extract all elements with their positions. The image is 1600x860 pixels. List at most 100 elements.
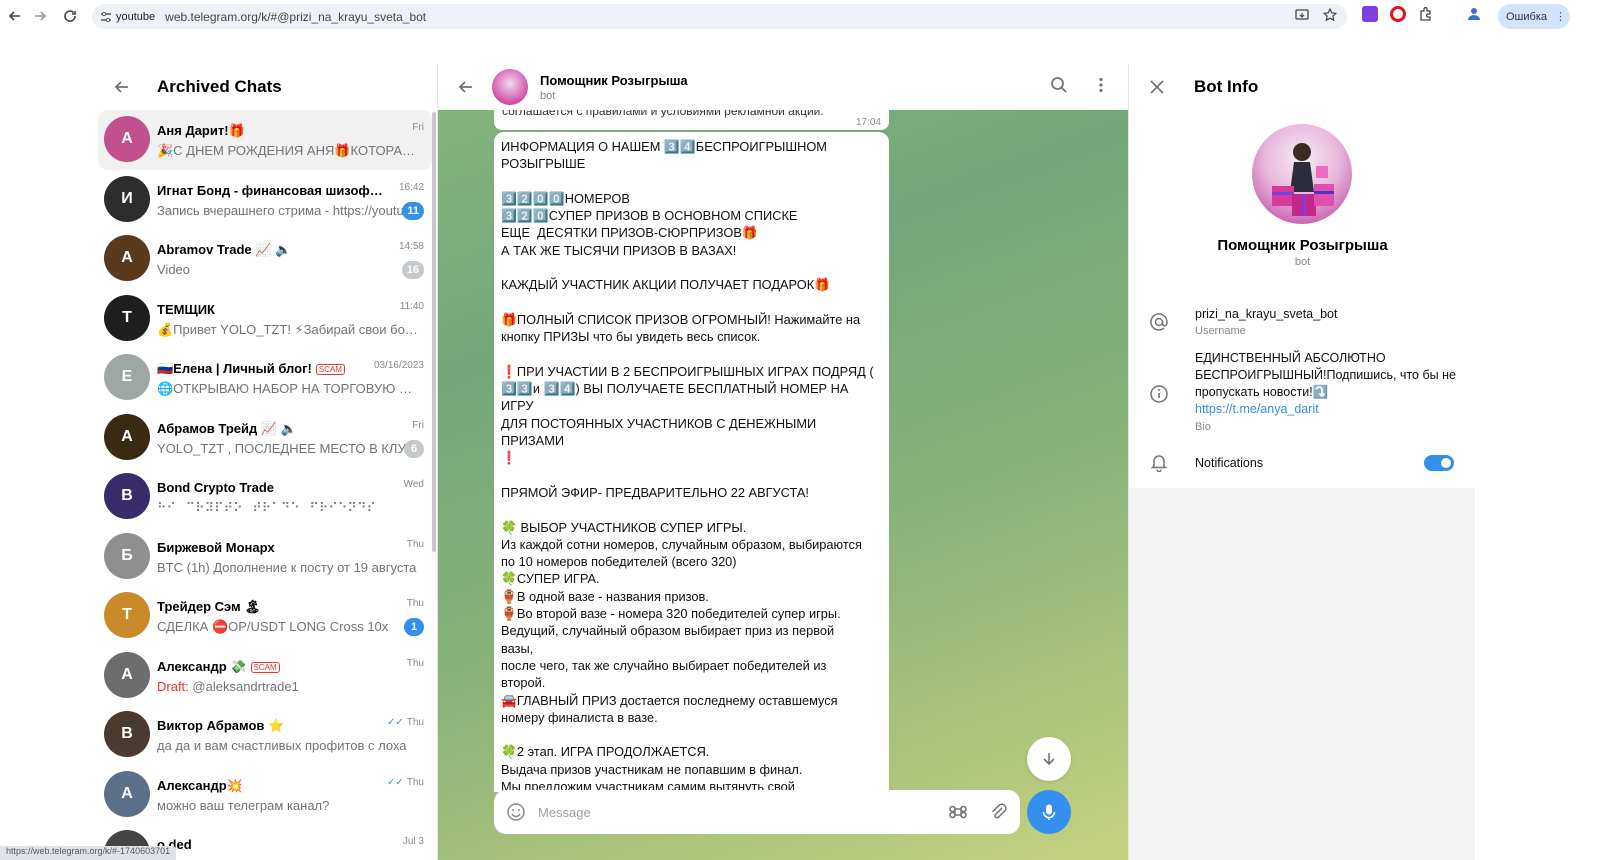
reload-icon[interactable] <box>55 1 85 31</box>
chat-list-item[interactable]: И Игнат Бонд - финансовая шизофрения Запис… <box>98 170 432 230</box>
chat-name-text: 🇷🇺Елена | Личный блог! <box>157 361 312 376</box>
notifications-toggle[interactable] <box>1424 455 1454 471</box>
chat-name: Абрамов Трейд 📈 🔈 <box>157 421 387 437</box>
at-sign-icon <box>1149 312 1169 332</box>
chat-list-item[interactable]: В Виктор Абрамов ⭐ да да и вам счастливых … <box>98 705 432 765</box>
unread-badge: 6 <box>404 439 424 458</box>
message-line: 🏺В одной вазе - названия призов. <box>501 588 709 604</box>
bot-info-panel: Bot Info Помощник Розыгрыша bot prizi_na… <box>1128 64 1476 860</box>
message-line: кнопку ПРИЗЫ что бы увидеть весь список. <box>501 329 761 345</box>
chat-name: Александр 💸 SCAM <box>157 659 387 675</box>
install-app-icon[interactable] <box>1295 8 1309 22</box>
chat-time-text: Wed <box>403 479 424 490</box>
chat-name-text: Биржевой Монарх <box>157 539 275 555</box>
chat-name-text: ТЕМЩИК <box>157 301 215 317</box>
close-bot-info-button[interactable] <box>1137 67 1177 107</box>
avatar: Т <box>104 294 150 341</box>
chat-last-message: 🎉С ДНЕМ РОЖДЕНИЯ АНЯ🎁КОТОРАЯ ДАРИТ <box>157 143 419 159</box>
message-line <box>501 294 882 311</box>
message-line: А ТАК ЖЕ ТЫСЯЧИ ПРИЗОВ В ВАЗАХ! <box>501 242 737 258</box>
microphone-button[interactable] <box>1027 790 1071 834</box>
chat-last-message-text: BTC (1h) Дополнение к посту от 19 август… <box>157 559 417 575</box>
chat-list-item[interactable]: Б Биржевой Монарх BTC (1h) Дополнение к по… <box>98 527 432 587</box>
bookmark-star-icon[interactable] <box>1323 8 1337 22</box>
browser-toolbar: youtube web.telegram.org/k/#@prizi_na_kr… <box>0 0 1600 33</box>
chat-list-item[interactable]: B Bond Crypto Trade ⠓⠊⠀⠉⠗⠽⠏⠞⠕⠀⠞⠗⠁⠙⠑⠀⠋⠗⠊⠑⠝⠙… <box>98 467 432 527</box>
chat-list-item[interactable]: А Александр 💸 SCAM Draft: @aleksandrtrade1 T… <box>98 646 432 706</box>
scroll-down-button[interactable] <box>1027 737 1071 781</box>
chat-time: Wed <box>404 479 424 490</box>
bio-row[interactable]: ЕДИНСТВЕННЫЙ АБСОЛЮТНО БЕСПРОИГРЫШНЫЙ!По… <box>1129 348 1476 438</box>
message-line <box>501 501 882 518</box>
chat-list-item[interactable]: А Александр💥 можно ваш телеграм канал? ✓✓ Th… <box>98 765 432 825</box>
chat-list-item[interactable]: Е 🇷🇺Елена | Личный блог! SCAM 🌐ОТКРЫВАЮ НАБ… <box>98 348 432 408</box>
archived-chats-panel: Archived Chats А Аня Дарит!🎁 🎉С ДНЕМ РОЖДЕ… <box>92 64 438 860</box>
bot-avatar[interactable] <box>1252 124 1352 224</box>
message-input[interactable]: Message <box>538 805 591 820</box>
search-icon[interactable] <box>1050 76 1068 94</box>
message-line: Ведущий, случайный образом выбирает приз… <box>501 623 835 639</box>
url-text[interactable]: web.telegram.org/k/#@prizi_na_krayu_svet… <box>165 10 426 24</box>
chat-time-text: 14:58 <box>398 241 424 252</box>
profile-error-label: Ошибка <box>1506 10 1547 23</box>
microphone-icon <box>1042 804 1056 820</box>
chat-last-message-text: да да и вам счастливых профитов с лоха <box>157 738 407 753</box>
notifications-row[interactable]: Notifications <box>1129 450 1476 476</box>
message-line: ИНФОРМАЦИЯ О НАШЕМ 3️⃣4️⃣БЕСПРОИГРЫШНОМ <box>501 139 827 154</box>
opera-icon[interactable] <box>1390 6 1406 22</box>
message-line: 3️⃣3️⃣и 3️⃣4️⃣) ВЫ ПОЛУЧАЕТЕ БЕСПЛАТНЫЙ … <box>501 381 852 414</box>
message-line: 🍀СУПЕР ИГРА. <box>501 571 600 587</box>
bio-link[interactable]: https://t.me/anya_darit <box>1195 402 1319 416</box>
message-line: ДЛЯ ПОСТОЯННЫХ УЧАСТНИКОВ С ДЕНЕЖНЫМИ ПР… <box>501 415 820 449</box>
more-vert-icon[interactable] <box>1092 76 1110 94</box>
chat-list-item[interactable]: A Abramov Trade 📈 🔈 Video 14:58 16 <box>98 229 432 289</box>
chat-name-text: Bond Crypto Trade <box>157 480 275 495</box>
chat-name: Трейдер Сэм 🏝 <box>157 599 387 615</box>
message-line: номеру финалиста в вазе. <box>501 709 658 725</box>
chat-time-text: Thu <box>406 717 424 728</box>
message-line: КАЖДЫЙ УЧАСТНИК АКЦИИ ПОЛУЧАЕТ ПОДАРОК🎁 <box>501 277 831 293</box>
chat-last-message: BTC (1h) Дополнение к посту от 19 август… <box>157 560 419 575</box>
message-line: 🍀 ВЫБОР УЧАСТНИКОВ СУПЕР ИГРЫ. <box>501 519 747 535</box>
chat-time: 11:40 <box>400 301 424 312</box>
address-bar[interactable]: youtube web.telegram.org/k/#@prizi_na_kr… <box>92 4 1347 29</box>
archived-title: Archived Chats <box>157 77 282 96</box>
chat-back-button[interactable] <box>446 67 486 107</box>
chat-list-scrollbar[interactable] <box>432 112 436 552</box>
message-line: вазы, <box>501 640 534 656</box>
emoji-icon[interactable] <box>506 802 526 822</box>
chat-header[interactable]: Помощник Розыгрыша bot <box>438 64 1128 110</box>
chat-last-message-text: Video <box>157 262 191 277</box>
chat-time: 16:42 <box>399 182 424 193</box>
forward-nav-icon[interactable] <box>25 1 55 31</box>
chat-time-text: Thu <box>406 776 424 788</box>
tab-chip-label: youtube <box>116 10 156 23</box>
chat-time: ✓✓ Thu <box>387 717 424 728</box>
attach-icon[interactable] <box>988 802 1008 822</box>
account-icon[interactable] <box>1466 6 1482 22</box>
username-row[interactable]: prizi_na_krayu_sveta_bot Username <box>1129 302 1476 342</box>
bot-commands-icon[interactable] <box>948 802 968 822</box>
chat-list-item[interactable]: А Аня Дарит!🎁 🎉С ДНЕМ РОЖДЕНИЯ АНЯ🎁КОТОРАЯ… <box>98 110 432 170</box>
message-composer[interactable]: Message <box>494 790 1020 834</box>
chat-avatar[interactable] <box>492 69 528 105</box>
chat-title: Помощник Розыгрыша <box>540 72 688 88</box>
status-bar-url: https://web.telegram.org/k/#-1740603701 <box>0 846 177 860</box>
extension-purple-icon[interactable] <box>1362 6 1378 22</box>
chat-list-item[interactable]: Т Трейдер Сэм 🏝 СДЕЛКА ⛔OP/USDT LONG Cross… <box>98 586 432 646</box>
arrow-left-icon <box>114 81 128 93</box>
chat-last-message: Запись вчерашнего стрима - https://youtu… <box>157 203 419 218</box>
chat-last-message-text: Запись вчерашнего стрима - https://youtu… <box>157 202 419 218</box>
extensions-puzzle-icon[interactable] <box>1418 6 1434 22</box>
bot-info-title: Bot Info <box>1194 77 1259 96</box>
chat-list-item[interactable]: Т ТЕМЩИК 💰Привет YOLO_TZT! ⚡Забирай свои б… <box>98 289 432 349</box>
tab-chip[interactable]: youtube <box>100 11 155 23</box>
chat-name-text: Игнат Бонд - финансовая шизофрения <box>157 182 387 198</box>
message-line: по 10 номеров победителей (всего 320) <box>501 554 737 570</box>
chat-time-text: Thu <box>406 538 424 550</box>
chat-last-message: СДЕЛКА ⛔OP/USDT LONG Cross 10x <box>157 619 419 635</box>
chat-list-item[interactable]: А Абрамов Трейд 📈 🔈 YOLO_TZT , ПОСЛЕДНЕЕ М… <box>98 408 432 468</box>
chat-time: 14:58 <box>399 241 424 252</box>
profile-error-button[interactable]: Ошибка ⋮ <box>1498 4 1570 29</box>
archived-back-button[interactable] <box>102 67 142 107</box>
